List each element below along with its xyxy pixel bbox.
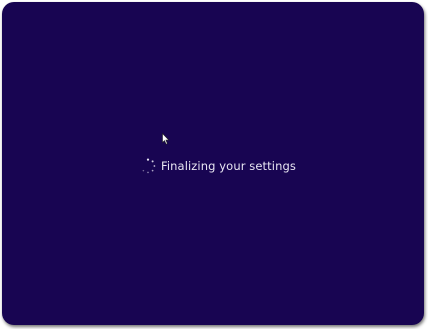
setup-screen: Finalizing your settings (2, 2, 424, 325)
status-message: Finalizing your settings (161, 159, 296, 173)
window-frame: Finalizing your settings (0, 0, 428, 329)
mouse-pointer-icon (162, 133, 170, 145)
loading-spinner-icon (142, 158, 156, 174)
status-row: Finalizing your settings (140, 156, 296, 176)
